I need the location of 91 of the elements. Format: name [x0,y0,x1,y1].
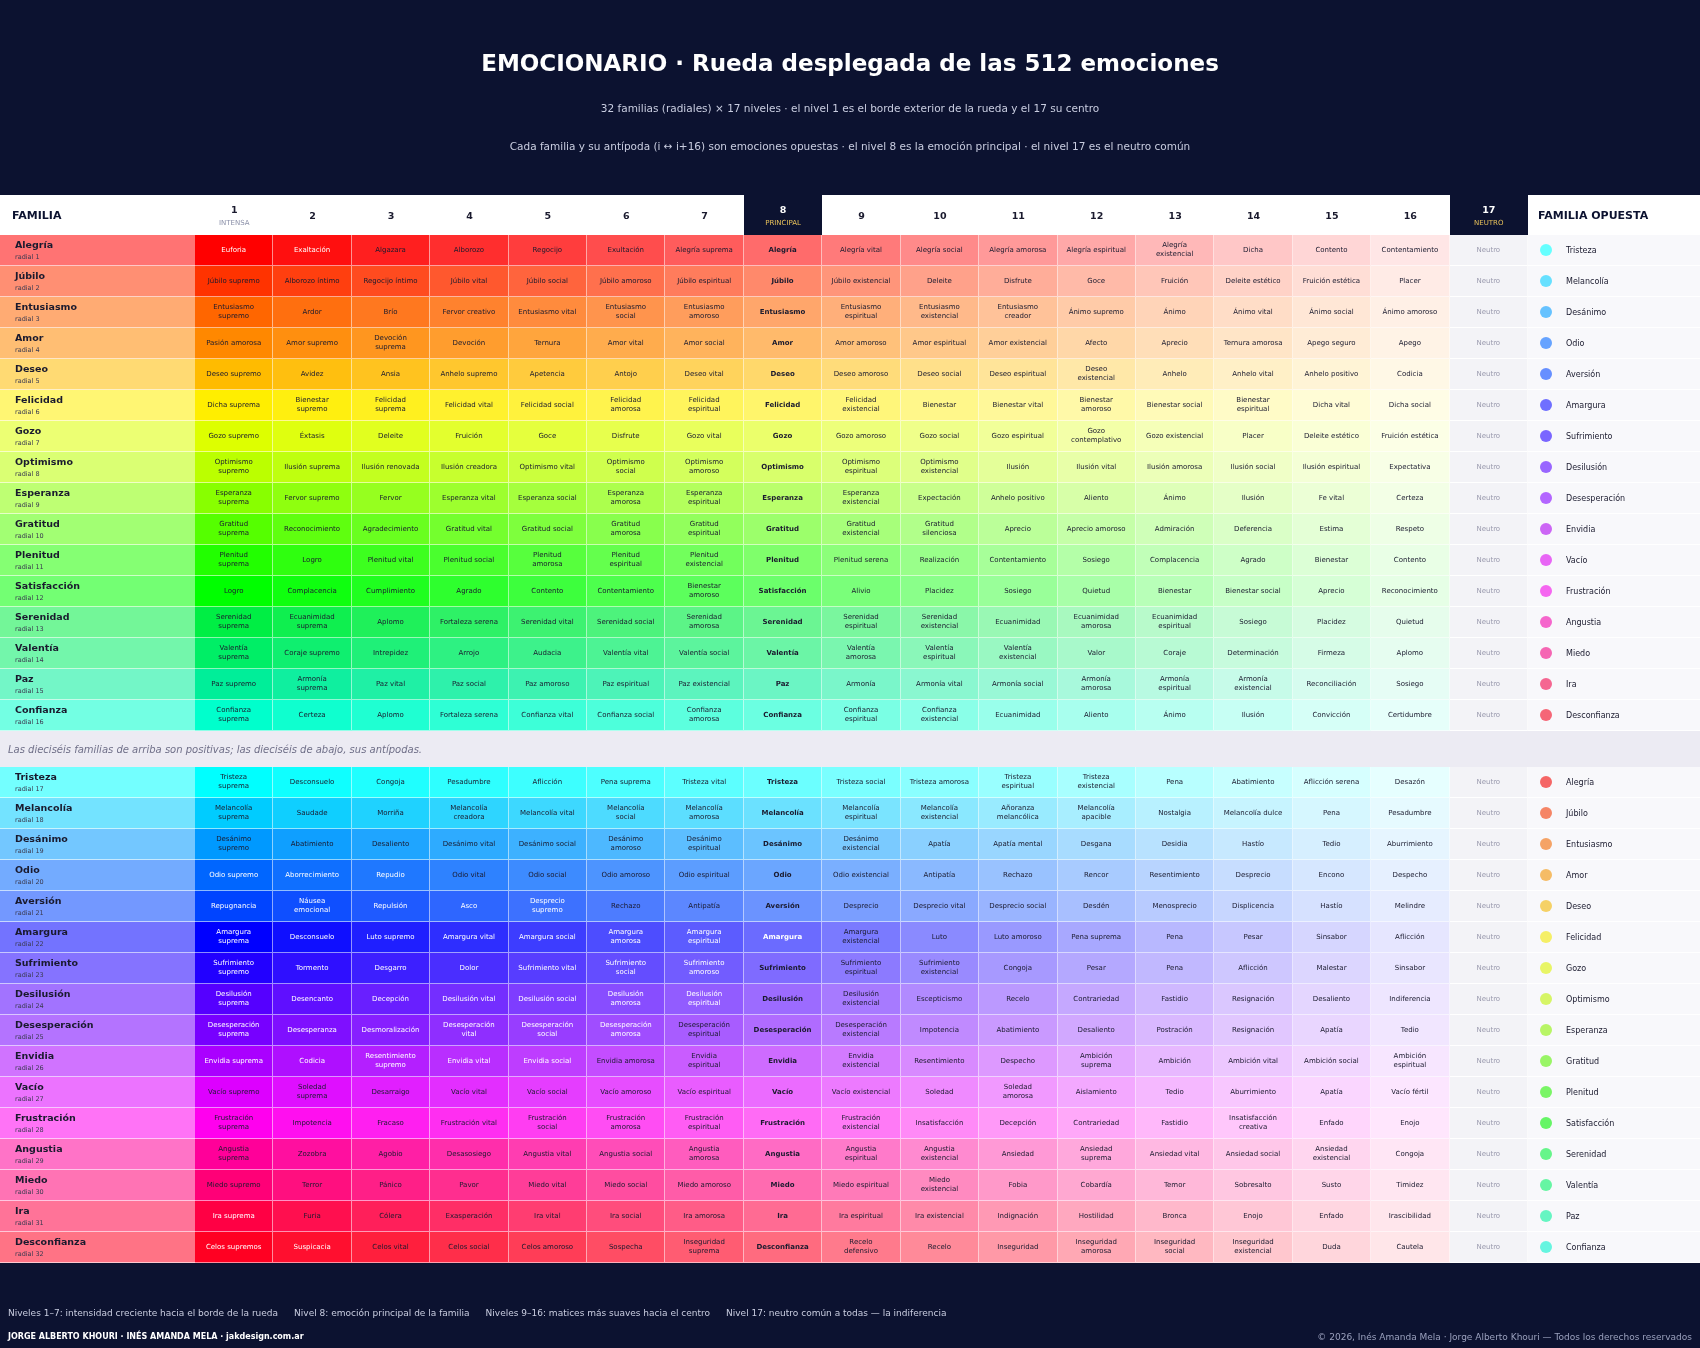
family-name: Sufrimiento [15,957,80,968]
opposite-name: Miedo [1566,648,1591,658]
level-number: 17 [1482,203,1496,215]
family-name: Confianza [15,704,69,715]
level-number: 4 [466,209,473,221]
opposite-name: Sufrimiento [1566,431,1613,441]
legend-text: Nivel 8: emoción principal de la familia [294,1308,470,1318]
opposite-name: Entusiasmo [1566,839,1613,849]
family-name: Melancolía [15,802,74,813]
opposite-name: Esperanza [1566,1025,1608,1035]
level-number: 1 [230,203,238,215]
opposite-name: Desilusión [1566,462,1608,472]
family-name: Odio [15,864,41,875]
level-number: 11 [1011,209,1025,221]
family-name: Amor [15,332,45,343]
family-name: Amargura [15,926,69,937]
level-number: 12 [1090,209,1104,221]
legend-text: Niveles 1–7: intensidad creciente hacia el borde de la rueda [8,1308,279,1318]
opposite-name: Felicidad [1566,932,1602,942]
level-number: 3 [387,209,395,221]
level-number: 7 [701,209,708,221]
family-name: Esperanza [15,487,72,498]
family-name: Vacío [15,1081,45,1092]
page-title: EMOCIONARIO · Rueda desplegada de las 512 emociones [480,50,1220,76]
family-name: Serenidad [15,611,71,622]
opposite-name: Amargura [1566,400,1606,410]
opposite-name: Paz [1566,1211,1580,1221]
family-name: Desánimo [15,833,69,844]
family-name: Plenitud [15,549,61,560]
level-number: 6 [622,209,630,221]
legend-text: Nivel 17: neutro común a todas — la indiferencia [726,1308,947,1318]
opposite-name: Amor [1566,870,1588,880]
opposite-name: Deseo [1566,901,1592,911]
family-name: Paz [15,673,35,684]
level-number: 13 [1168,209,1182,221]
family-name: Frustración [15,1112,77,1123]
family-name: Desconfianza [15,1236,88,1247]
family-name: Entusiasmo [15,301,78,312]
opposite-name: Plenitud [1566,1087,1599,1097]
family-name: Felicidad [15,394,64,405]
opposite-name: Angustia [1566,617,1602,627]
copyright: © 2026, Inés Amanda Mela · Jorge Alberto Khouri — Todos los derechos reservados [1317,1332,1692,1342]
level-number: 9 [858,209,865,221]
header-note: Cada familia y su antípoda (i ↔ i+16) son emociones opuestas · el nivel 8 es la emoción principal · el nivel 17 es el neutro común [508,140,1192,152]
family-name: Desesperación [15,1019,95,1030]
opposite-name: Envidia [1566,524,1596,534]
opposite-name: Gozo [1566,963,1587,973]
opposite-name: Frustración [1566,586,1611,596]
opposite-name: Desconfianza [1566,710,1620,720]
family-name: Aversión [15,895,63,906]
opposite-name: Alegría [1566,777,1595,787]
level-number: 2 [309,209,316,221]
level-number: 5 [544,209,552,221]
legend-text: Niveles 9–16: matices más suaves hacia el centro [485,1308,711,1318]
opposite-name: Aversión [1566,369,1601,379]
family-name: Ira [15,1205,31,1216]
level-number: 10 [933,209,947,221]
opposite-name: Gratitud [1566,1056,1600,1066]
family-name: Alegría [15,239,55,250]
opposite-name: Satisfacción [1566,1118,1615,1128]
opposite-name: Vacío [1566,555,1588,565]
opposite-name: Confianza [1566,1242,1606,1252]
opposite-name: Ira [1566,679,1577,689]
family-name: Gozo [15,425,43,436]
opposite-name: Tristeza [1566,245,1597,255]
family-name: Júbilo [15,270,47,281]
family-name: Desilusión [15,988,72,999]
family-name: Valentía [15,642,60,653]
family-name: Optimismo [15,456,74,467]
opposite-name: Melancolía [1566,276,1609,286]
family-name: Satisfacción [15,580,82,591]
family-name: Angustia [15,1143,64,1154]
level-number: 8 [779,203,787,215]
family-name: Tristeza [15,771,58,782]
opposite-name: Optimismo [1566,994,1610,1004]
opposite-name: Serenidad [1566,1149,1607,1159]
opposite-name: Odio [1566,338,1585,348]
level-number: 14 [1246,209,1261,221]
opposite-name: Desánimo [1566,307,1607,317]
family-name: Deseo [15,363,49,374]
opposite-name: Desesperación [1566,493,1626,503]
separator-note: Las dieciséis familias de arriba son positivas; las dieciséis de abajo, sus antípodas. [8,743,423,755]
opposite-name: Júbilo [1566,808,1588,818]
level-number: 16 [1403,209,1417,221]
level-number: 15 [1325,209,1339,221]
family-name: Envidia [15,1050,56,1061]
opposite-name: Valentía [1566,1180,1599,1190]
credits: JORGE ALBERTO KHOURI · INÉS AMANDA MELA · jakdesign.com.ar [8,1332,304,1342]
family-name: Miedo [15,1174,49,1185]
subtitle: 32 familias (radiales) × 17 niveles · el nivel 1 es el borde exterior de la rueda y el 17 su centro [599,102,1101,114]
family-name: Gratitud [15,518,61,529]
